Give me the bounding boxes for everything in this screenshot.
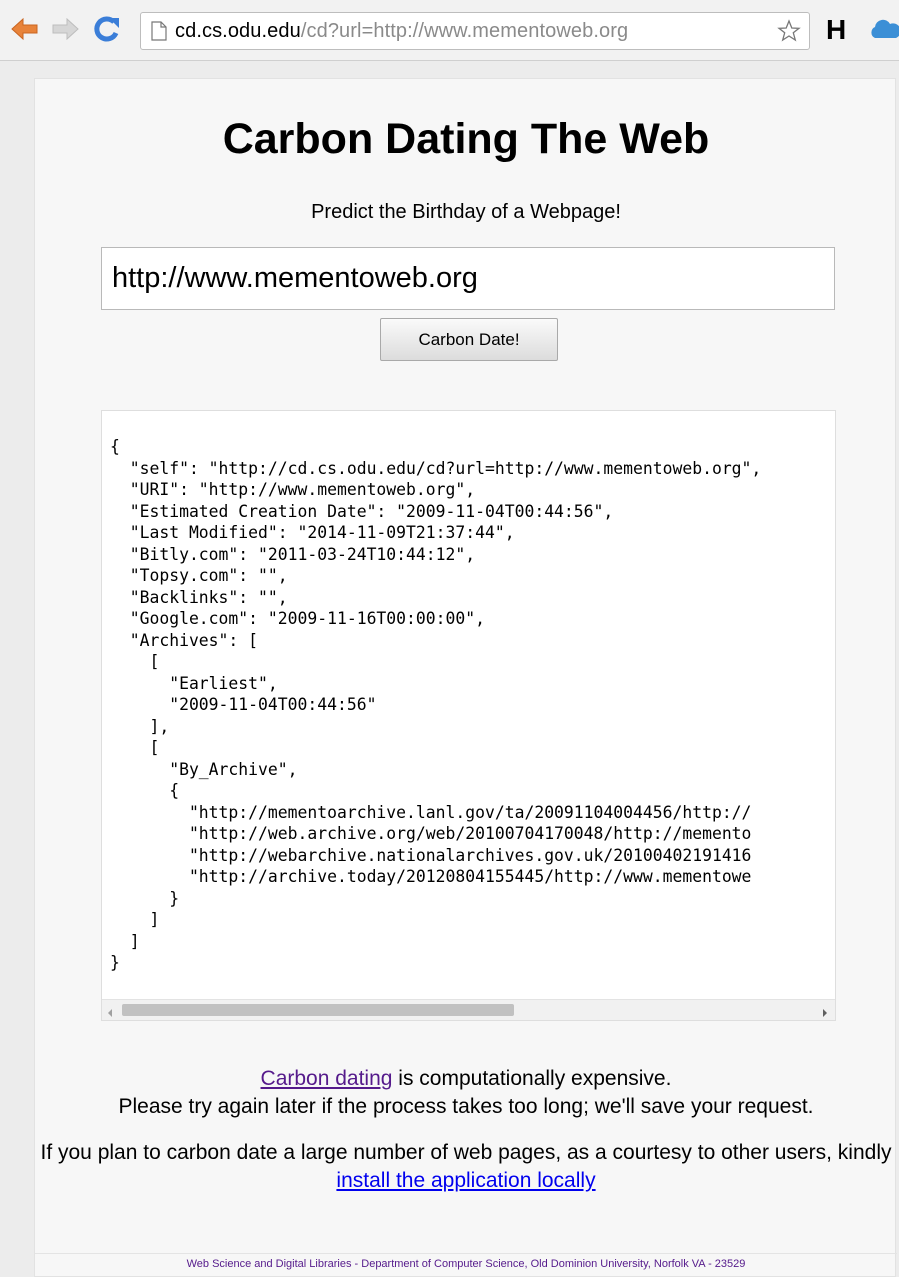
footer[interactable]: Web Science and Digital Libraries - Depa… bbox=[35, 1253, 897, 1270]
page-container: Carbon Dating The Web Predict the Birthd… bbox=[34, 78, 897, 1277]
cloud-icon[interactable] bbox=[868, 18, 899, 40]
carbon-date-button[interactable]: Carbon Date! bbox=[380, 318, 558, 361]
result-line: [ bbox=[110, 738, 160, 757]
url-host: cd.cs.odu.edu bbox=[175, 20, 301, 42]
notice-paragraph-2-text: If you plan to carbon date a large numbe… bbox=[40, 1141, 892, 1164]
result-line: "http://webarchive.nationalarchives.gov.… bbox=[110, 845, 752, 865]
result-line: "self": "http://cd.cs.odu.edu/cd?url=htt… bbox=[110, 458, 762, 478]
result-line: } bbox=[110, 953, 120, 972]
result-line: "http://archive.today/20120804155445/htt… bbox=[110, 867, 752, 886]
reload-icon[interactable] bbox=[92, 14, 122, 44]
result-line: "Estimated Creation Date": "2009-11-04T0… bbox=[110, 501, 614, 521]
notice: Carbon dating is computationally expensi… bbox=[35, 1065, 897, 1195]
result-line: "Topsy.com": "", bbox=[110, 566, 288, 585]
result-line: "Google.com": "2009-11-16T00:00:00", bbox=[110, 609, 485, 628]
url-input[interactable] bbox=[101, 247, 835, 310]
result-line: { bbox=[110, 437, 120, 456]
horizontal-scrollbar[interactable] bbox=[102, 999, 835, 1020]
result-line: "URI": "http://www.mementoweb.org", bbox=[110, 480, 476, 499]
result-line: "Bitly.com": "2011-03-24T10:44:12", bbox=[110, 544, 476, 564]
result-line: "By_Archive", bbox=[110, 759, 298, 779]
result-line: ] bbox=[110, 931, 140, 951]
result-line: "http://mementoarchive.lanl.gov/ta/20091… bbox=[110, 802, 752, 822]
result-line: ] bbox=[110, 910, 160, 929]
page-title: Carbon Dating The Web bbox=[222, 115, 710, 163]
carbon-dating-link[interactable]: Carbon dating bbox=[261, 1067, 393, 1090]
url-path: /cd?url=http://www.mementoweb.org bbox=[300, 20, 629, 42]
address-url: cd.cs.odu.edu/cd?url=http://www.mementow… bbox=[175, 20, 628, 43]
result-line: } bbox=[110, 888, 180, 908]
page-subtitle: Predict the Birthday of a Webpage! bbox=[311, 201, 621, 223]
notice-line-2: Please try again later if the process ta… bbox=[118, 1095, 814, 1118]
result-json: { "self": "http://cd.cs.odu.edu/cd?url=h… bbox=[110, 436, 761, 974]
result-line: { bbox=[110, 781, 180, 800]
result-line: "Archives": [ bbox=[110, 630, 259, 650]
result-panel[interactable]: { "self": "http://cd.cs.odu.edu/cd?url=h… bbox=[101, 410, 836, 1021]
install-locally-link[interactable]: install the application locally bbox=[336, 1169, 595, 1192]
result-line: "Earliest", bbox=[110, 673, 278, 693]
scroll-right-arrow-icon[interactable] bbox=[821, 1005, 829, 1017]
result-line: "Last Modified": "2014-11-09T21:37:44", bbox=[110, 523, 515, 542]
page-icon bbox=[151, 21, 167, 41]
result-line: "http://web.archive.org/web/201007041700… bbox=[110, 824, 752, 843]
scroll-left-arrow-icon[interactable] bbox=[106, 1005, 114, 1017]
forward-arrow-icon[interactable] bbox=[50, 14, 80, 44]
browser-toolbar: cd.cs.odu.edu/cd?url=http://www.mementow… bbox=[0, 0, 899, 61]
result-line: "2009-11-04T00:44:56" bbox=[110, 695, 377, 714]
star-icon[interactable] bbox=[777, 19, 801, 43]
notice-paragraph-2: If you plan to carbon date a large numbe… bbox=[35, 1139, 897, 1195]
address-bar[interactable]: cd.cs.odu.edu/cd?url=http://www.mementow… bbox=[140, 12, 810, 50]
back-arrow-icon[interactable] bbox=[10, 14, 40, 44]
notice-line-1-text: is computationally expensive. bbox=[392, 1067, 672, 1090]
result-line: "Backlinks": "", bbox=[110, 587, 288, 607]
extension-h-icon[interactable]: H bbox=[826, 14, 846, 46]
result-line: [ bbox=[110, 652, 160, 671]
result-line: ], bbox=[110, 716, 170, 736]
scrollbar-thumb[interactable] bbox=[122, 1004, 514, 1016]
notice-line-1: Carbon dating is computationally expensi… bbox=[35, 1065, 897, 1093]
